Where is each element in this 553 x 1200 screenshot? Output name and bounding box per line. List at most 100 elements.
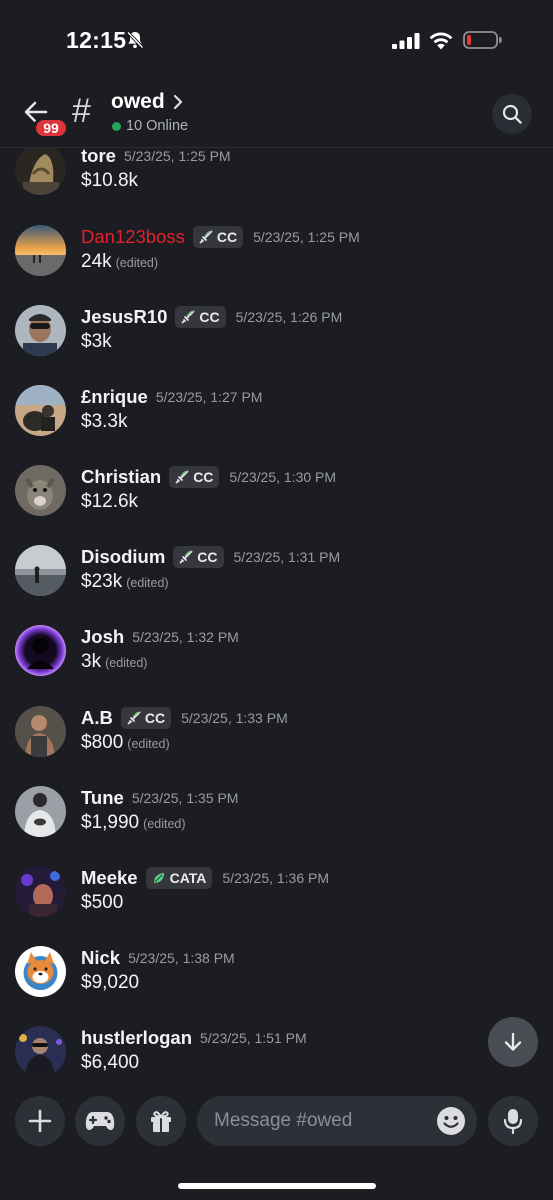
role-tag[interactable]: CC [173, 546, 224, 568]
leaf-icon [153, 873, 164, 883]
timestamp: 5/23/25, 1:36 PM [222, 870, 330, 886]
message-item: JesusR10 CC 5/23/25, 1:26 PM $3k [0, 305, 553, 377]
bell-off-icon [126, 31, 144, 49]
message-content: 3k (edited) [81, 651, 147, 673]
username[interactable]: Disodium [81, 546, 165, 568]
avatar[interactable] [15, 1026, 66, 1077]
role-tag[interactable]: CATA [145, 867, 213, 889]
emoji-icon[interactable] [436, 1106, 466, 1136]
username[interactable]: Nick [81, 947, 120, 969]
message-content: $3k [81, 331, 112, 353]
channel-name[interactable]: owed [111, 90, 165, 114]
message-composer: Message #owed [0, 1084, 553, 1200]
arrow-down-icon [504, 1032, 522, 1051]
message-text: $6,400 [81, 1052, 140, 1073]
message-item: hustlerlogan 5/23/25, 1:51 PM $6,400 [0, 1026, 553, 1084]
search-icon [502, 104, 522, 124]
add-attachment-button[interactable] [15, 1096, 65, 1146]
message-input[interactable]: Message #owed [197, 1096, 477, 1146]
avatar[interactable] [15, 545, 66, 596]
gift-button[interactable] [136, 1096, 186, 1146]
message-item: Meeke CATA 5/23/25, 1:36 PM $500 [0, 866, 553, 938]
plus-icon [28, 1109, 52, 1133]
chevron-right-icon[interactable] [172, 93, 184, 111]
role-tag-label: CC [197, 549, 218, 565]
avatar[interactable] [15, 148, 66, 195]
timestamp: 5/23/25, 1:33 PM [181, 710, 288, 726]
message-content: 24k (edited) [81, 251, 158, 273]
message-item: Tune 5/23/25, 1:35 PM $1,990 (edited) [0, 786, 553, 858]
online-count: 10 Online [126, 118, 189, 134]
message-content: $500 [81, 892, 123, 914]
edited-label: (edited) [115, 256, 159, 270]
username[interactable]: JesusR10 [81, 306, 167, 328]
message-text: $23k [81, 571, 123, 592]
voice-message-button[interactable] [488, 1096, 538, 1146]
message-content: $6,400 [81, 1052, 139, 1074]
activities-button[interactable] [75, 1096, 125, 1146]
message-item: Dan123boss CC 5/23/25, 1:25 PM 24k (edit… [0, 225, 553, 297]
jump-to-bottom-button[interactable] [488, 1017, 538, 1067]
gamepad-icon [85, 1112, 115, 1130]
edited-label: (edited) [143, 817, 186, 831]
role-tag[interactable]: CC [192, 226, 244, 248]
message-text: $800 [81, 732, 124, 753]
role-tag-label: CC [193, 469, 214, 485]
channel-header: 99 # owed 10 Online [0, 82, 553, 148]
username[interactable]: A.B [81, 707, 113, 729]
timestamp: 5/23/25, 1:26 PM [235, 309, 343, 325]
timestamp: 5/23/25, 1:25 PM [123, 148, 231, 164]
role-tag-label: CC [144, 710, 166, 726]
role-tag-label: CC [216, 229, 238, 245]
status-bar: 12:15 [0, 0, 553, 82]
message-content: $23k (edited) [81, 571, 169, 593]
timestamp: 5/23/25, 1:38 PM [128, 950, 235, 966]
avatar[interactable] [15, 385, 66, 436]
role-tag[interactable]: CC [120, 707, 172, 729]
hash-icon: # [72, 92, 91, 130]
message-content: $800 (edited) [81, 732, 170, 754]
avatar[interactable] [15, 706, 66, 757]
username[interactable]: £nrique [81, 386, 148, 408]
username[interactable]: Christian [81, 466, 161, 488]
message-item: £nrique 5/23/25, 1:27 PM $3.3k [0, 385, 553, 457]
wifi-icon [429, 32, 453, 50]
avatar[interactable] [15, 465, 66, 516]
username[interactable]: hustlerlogan [81, 1027, 192, 1049]
timestamp: 5/23/25, 1:35 PM [131, 790, 239, 806]
timestamp: 5/23/25, 1:25 PM [253, 229, 360, 245]
avatar[interactable] [15, 786, 66, 837]
message-list[interactable]: tore 5/23/25, 1:25 PM $10.8k Dan123boss … [0, 148, 553, 1084]
username[interactable]: Josh [81, 626, 124, 648]
message-item: Josh 5/23/25, 1:32 PM 3k (edited) [0, 625, 553, 697]
message-text: $9,020 [81, 972, 140, 993]
avatar[interactable] [15, 305, 66, 356]
message-input-placeholder: Message #owed [214, 1110, 353, 1131]
role-tag-label: CATA [169, 870, 207, 886]
message-content: $10.8k [81, 170, 138, 192]
microphone-icon [503, 1109, 523, 1135]
message-content: $3.3k [81, 411, 127, 433]
avatar[interactable] [15, 946, 66, 997]
role-tag[interactable]: CC [169, 466, 220, 488]
username[interactable]: tore [81, 148, 116, 167]
message-item: Disodium CC 5/23/25, 1:31 PM $23k (edite… [0, 545, 553, 617]
edited-label: (edited) [105, 656, 148, 670]
message-text: $3.3k [81, 411, 128, 432]
search-button[interactable] [492, 94, 532, 134]
message-item: Nick 5/23/25, 1:38 PM $9,020 [0, 946, 553, 1018]
message-text: 24k [81, 251, 112, 272]
message-item: Christian CC 5/23/25, 1:30 PM $12.6k [0, 465, 553, 537]
avatar[interactable] [15, 866, 66, 917]
avatar[interactable] [15, 225, 66, 276]
home-indicator [178, 1183, 376, 1189]
username[interactable]: Dan123boss [81, 226, 185, 248]
message-content: $1,990 (edited) [81, 812, 186, 834]
avatar[interactable] [15, 625, 66, 676]
username[interactable]: Meeke [81, 867, 138, 889]
sword-icon [179, 550, 193, 564]
username[interactable]: Tune [81, 787, 124, 809]
timestamp: 5/23/25, 1:32 PM [132, 629, 239, 645]
online-indicator [112, 122, 121, 131]
role-tag[interactable]: CC [175, 306, 226, 328]
